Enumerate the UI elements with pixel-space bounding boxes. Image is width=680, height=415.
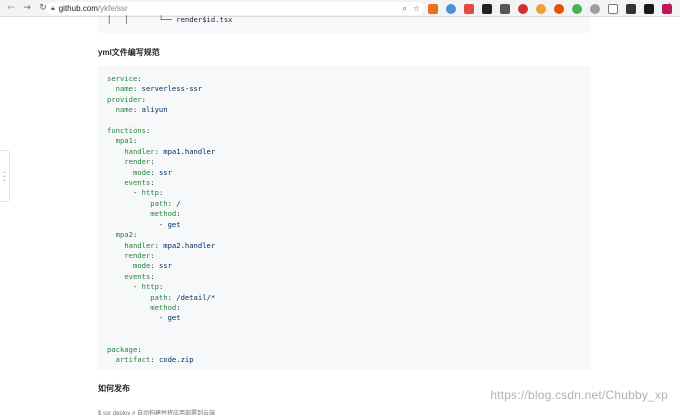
code-key: render [124,157,151,167]
code-value: /detail/* [176,292,216,302]
code-line: method: [150,209,181,219]
code-line: path: / [150,198,181,208]
code-value: / [176,198,181,208]
code-key: events [124,178,151,188]
address-bar[interactable]: 🔒︎ github.com /ykfe/ssr ⌕ ☆ [46,2,424,15]
code-key: path [150,198,168,208]
code-value: serverless-ssr [141,84,203,94]
extension-icon[interactable] [554,3,564,14]
code-value: aliyun [141,105,168,115]
code-line: method: [150,302,181,312]
code-line: package: [107,344,142,354]
code-line: - get [107,313,181,323]
code-line: - http: [107,188,164,198]
extension-icon[interactable] [590,3,600,14]
code-key: http [141,188,159,198]
code-line: functions: [107,126,151,136]
code-line: mpa2: [115,230,138,240]
extensions-bar [428,3,680,14]
browser-toolbar: ← → ↻ 🔒︎ github.com /ykfe/ssr ⌕ ☆ ⋮ [0,0,680,17]
code-line: handler: mpa1.handler [124,146,216,156]
code-line: - get [107,219,181,229]
code-line: render: [124,157,155,167]
code-line: name: aliyun [115,105,168,115]
back-arrow-icon[interactable]: ← [5,2,17,14]
code-line: handler: mpa2.handler [124,240,216,250]
code-key: method [150,209,177,219]
section-heading-yml: yml文件编写规范 [98,48,160,57]
code-key: http [141,282,159,292]
section-heading-publish: 如何发布 [98,384,130,393]
code-key: handler [124,240,155,250]
code-line: render: [124,250,155,260]
code-key: mpa1 [115,136,133,146]
code-value: get [167,313,181,323]
code-key: provider [107,94,142,104]
code-value: code.zip [158,354,194,364]
side-panel-tab[interactable]: › › › [0,150,10,202]
code-key: functions [107,126,146,136]
code-key: name [115,105,133,115]
watermark: https://blog.csdn.net/Chubby_xp [490,388,668,402]
extension-icon[interactable] [536,3,546,14]
search-icon[interactable]: ⌕ [402,4,406,14]
code-key: name [115,84,133,94]
forward-arrow-icon[interactable]: → [21,2,33,14]
code-key: mode [132,167,151,177]
code-value: mpa1.handler [163,146,216,156]
extension-icon[interactable] [500,3,510,14]
code-key: package [107,344,138,354]
code-line: artifact: code.zip [115,354,194,364]
extension-icon[interactable] [572,3,582,14]
extension-icon[interactable] [626,3,636,14]
extension-icon[interactable] [446,3,456,14]
code-value: mpa2.handler [163,240,216,250]
code-value: get [167,219,181,229]
code-line: mpa1: [115,136,138,146]
extension-icon[interactable] [482,3,492,14]
code-key: method [150,302,177,312]
code-line: provider: [107,94,146,104]
code-key: handler [124,146,155,156]
url-path: /ykfe/ssr [97,4,128,13]
star-icon[interactable]: ☆ [413,4,420,13]
code-value: ssr [158,261,172,271]
code-line: mode: ssr [132,261,172,271]
code-line: - http: [107,282,164,292]
extension-icon[interactable] [428,3,438,14]
code-value: ssr [158,167,172,177]
code-key: path [150,292,168,302]
partial-text-line: $ ssr deploy # 自动构建并将应用部署到云端 [98,411,216,415]
code-key: mode [132,261,151,271]
code-key: render [124,250,151,260]
code-line: events: [124,271,155,281]
tree-line: │ │ └── render$id.tsx [107,15,233,24]
more-menu-icon[interactable]: ⋮ [665,2,674,12]
code-line: path: /detail/* [150,292,216,302]
code-line: mode: ssr [132,167,172,177]
code-line: service: [107,74,142,83]
url-host: github.com [58,4,98,13]
code-key: events [124,271,151,281]
extension-icon[interactable] [518,3,528,14]
extension-icon[interactable] [644,3,654,14]
yml-code: service: name: serverless-ssr provider: n… [107,74,215,365]
code-key: service [107,74,138,83]
side-tab-chevron-icon: › › › [1,170,8,182]
code-key: mpa2 [115,230,133,240]
extension-icon[interactable] [464,3,474,14]
lock-icon: 🔒︎ [51,4,55,12]
extension-icon[interactable] [608,3,618,14]
code-line: name: serverless-ssr [115,84,203,94]
code-key: artifact [115,354,151,364]
code-line: events: [124,178,155,188]
